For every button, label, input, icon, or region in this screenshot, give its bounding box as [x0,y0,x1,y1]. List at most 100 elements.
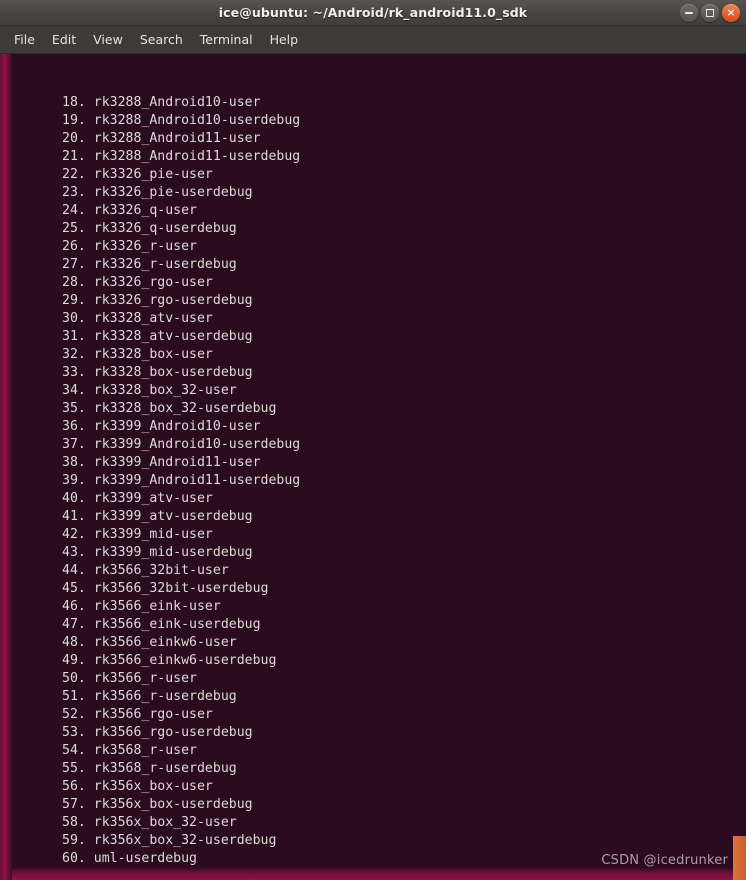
lunch-item-target: rk3399_mid-user [93,527,213,542]
close-button[interactable]: × [722,4,740,22]
menu-item-help[interactable]: Help [270,32,299,47]
lunch-item-target: rk356x_box_32-user [93,815,237,830]
menu-item-view[interactable]: View [93,32,123,47]
lunch-menu-item[interactable]: 31. rk3328_atv-userdebug [0,328,746,346]
lunch-item-index: 41. [62,509,86,524]
lunch-item-index: 31. [62,329,86,344]
lunch-item-target: rk3288_Android11-userdebug [93,149,301,164]
scrollbar[interactable] [733,54,746,880]
maximize-button[interactable] [701,4,719,22]
lunch-item-target: rk3566_32bit-user [93,563,229,578]
lunch-menu-item[interactable]: 57. rk356x_box-userdebug [0,796,746,814]
lunch-item-target: rk3326_rgo-user [93,275,213,290]
window-controls: × [680,0,740,26]
lunch-item-index: 54. [62,743,86,758]
lunch-item-target: rk3328_atv-userdebug [93,329,253,344]
lunch-item-index: 23. [62,185,86,200]
lunch-menu-item[interactable]: 54. rk3568_r-user [0,742,746,760]
lunch-menu-item[interactable]: 30. rk3328_atv-user [0,310,746,328]
lunch-item-target: rk3566_32bit-userdebug [93,581,269,596]
lunch-menu-item[interactable]: 47. rk3566_eink-userdebug [0,616,746,634]
lunch-menu-item[interactable]: 45. rk3566_32bit-userdebug [0,580,746,598]
lunch-menu-item[interactable]: 39. rk3399_Android11-userdebug [0,472,746,490]
lunch-menu-item[interactable]: 51. rk3566_r-userdebug [0,688,746,706]
terminal-screen[interactable]: 18. rk3288_Android10-user 19. rk3288_Andr… [0,54,746,880]
terminal-body[interactable]: 18. rk3288_Android10-user 19. rk3288_Andr… [0,54,746,880]
lunch-item-target: rk3566_rgo-userdebug [93,725,253,740]
lunch-item-target: rk3399_atv-userdebug [93,509,253,524]
menu-item-edit[interactable]: Edit [52,32,76,47]
lunch-menu-item[interactable]: 42. rk3399_mid-user [0,526,746,544]
lunch-item-index: 57. [62,797,86,812]
lunch-menu-item[interactable]: 55. rk3568_r-userdebug [0,760,746,778]
lunch-menu-item[interactable]: 43. rk3399_mid-userdebug [0,544,746,562]
menu-item-file[interactable]: File [14,32,35,47]
lunch-menu-item[interactable]: 59. rk356x_box_32-userdebug [0,832,746,850]
lunch-menu-item[interactable]: 22. rk3326_pie-user [0,166,746,184]
lunch-menu-item[interactable]: 25. rk3326_q-userdebug [0,220,746,238]
lunch-menu-item[interactable]: 46. rk3566_eink-user [0,598,746,616]
lunch-menu-item[interactable]: 52. rk3566_rgo-user [0,706,746,724]
lunch-menu-item[interactable]: 27. rk3326_r-userdebug [0,256,746,274]
lunch-item-index: 29. [62,293,86,308]
lunch-item-index: 45. [62,581,86,596]
lunch-item-index: 43. [62,545,86,560]
lunch-menu-item[interactable]: 23. rk3326_pie-userdebug [0,184,746,202]
lunch-item-index: 42. [62,527,86,542]
lunch-item-target: rk3566_rgo-user [93,707,213,722]
lunch-menu-item[interactable]: 38. rk3399_Android11-user [0,454,746,472]
lunch-item-target: rk3326_pie-userdebug [93,185,253,200]
lunch-menu-item[interactable]: 20. rk3288_Android11-user [0,130,746,148]
lunch-menu-item[interactable]: 33. rk3328_box-userdebug [0,364,746,382]
minimize-button[interactable] [680,4,698,22]
lunch-item-target: rk3566_r-user [93,671,197,686]
lunch-item-index: 56. [62,779,86,794]
lunch-menu-item[interactable]: 34. rk3328_box_32-user [0,382,746,400]
lunch-menu-item[interactable]: 44. rk3566_32bit-user [0,562,746,580]
lunch-item-target: rk3326_r-user [93,239,197,254]
scrollbar-thumb[interactable] [733,836,746,880]
lunch-item-target: rk3566_r-userdebug [93,689,237,704]
lunch-item-index: 21. [62,149,86,164]
lunch-menu-item[interactable]: 21. rk3288_Android11-userdebug [0,148,746,166]
lunch-menu-item[interactable]: 35. rk3328_box_32-userdebug [0,400,746,418]
lunch-menu-item[interactable]: 48. rk3566_einkw6-user [0,634,746,652]
lunch-item-target: rk3566_einkw6-userdebug [93,653,277,668]
lunch-item-target: rk3328_box_32-user [93,383,237,398]
lunch-item-index: 22. [62,167,86,182]
lunch-menu-item[interactable]: 50. rk3566_r-user [0,670,746,688]
lunch-menu-item[interactable]: 56. rk356x_box-user [0,778,746,796]
lunch-menu-item[interactable]: 37. rk3399_Android10-userdebug [0,436,746,454]
lunch-item-index: 36. [62,419,86,434]
lunch-menu-item[interactable]: 49. rk3566_einkw6-userdebug [0,652,746,670]
lunch-menu-item[interactable]: 26. rk3326_r-user [0,238,746,256]
lunch-menu-item[interactable]: 41. rk3399_atv-userdebug [0,508,746,526]
lunch-item-index: 38. [62,455,86,470]
lunch-item-index: 46. [62,599,86,614]
lunch-item-index: 19. [62,113,86,128]
lunch-item-index: 20. [62,131,86,146]
window-left-edge [0,54,12,880]
lunch-item-index: 40. [62,491,86,506]
lunch-item-index: 59. [62,833,86,848]
lunch-menu-item[interactable]: 18. rk3288_Android10-user [0,94,746,112]
lunch-item-target: rk3568_r-userdebug [93,761,237,776]
lunch-menu-item[interactable]: 24. rk3326_q-user [0,202,746,220]
lunch-menu-item[interactable]: 40. rk3399_atv-user [0,490,746,508]
lunch-item-target: rk3326_q-userdebug [93,221,237,236]
lunch-menu-item[interactable]: 32. rk3328_box-user [0,346,746,364]
menu-item-search[interactable]: Search [140,32,183,47]
lunch-menu-item[interactable]: 36. rk3399_Android10-user [0,418,746,436]
lunch-menu-item[interactable]: 58. rk356x_box_32-user [0,814,746,832]
lunch-menu-item[interactable]: 19. rk3288_Android10-userdebug [0,112,746,130]
lunch-item-index: 32. [62,347,86,362]
lunch-item-target: rk356x_box-userdebug [93,797,253,812]
window-titlebar[interactable]: ice@ubuntu: ~/Android/rk_android11.0_sdk… [0,0,746,26]
lunch-item-index: 28. [62,275,86,290]
menu-item-terminal[interactable]: Terminal [200,32,253,47]
lunch-menu-item[interactable]: 53. rk3566_rgo-userdebug [0,724,746,742]
lunch-item-target: rk3399_Android10-userdebug [93,437,301,452]
lunch-item-target: rk3328_box_32-userdebug [93,401,277,416]
lunch-menu-item[interactable]: 28. rk3326_rgo-user [0,274,746,292]
lunch-menu-item[interactable]: 29. rk3326_rgo-userdebug [0,292,746,310]
